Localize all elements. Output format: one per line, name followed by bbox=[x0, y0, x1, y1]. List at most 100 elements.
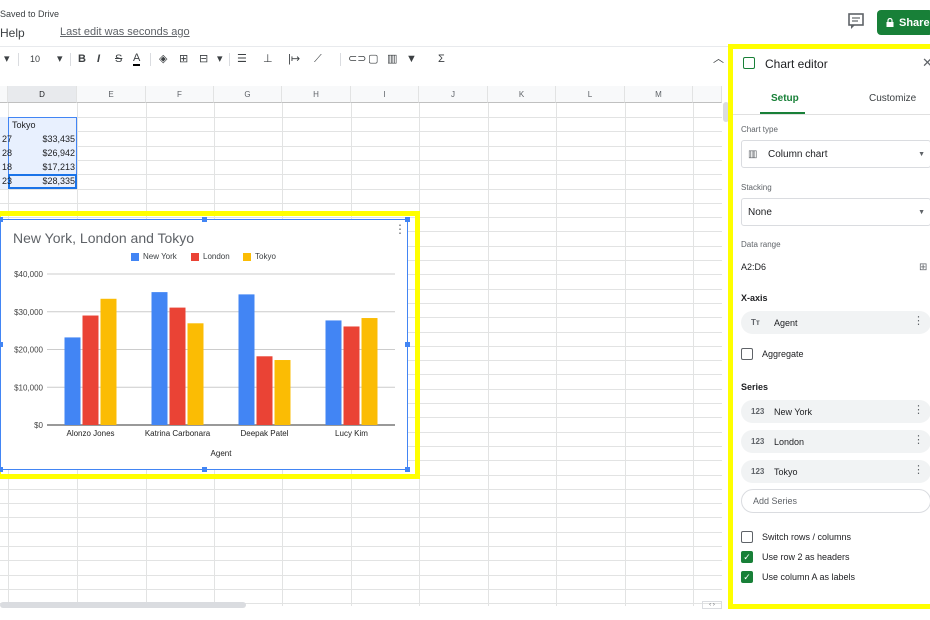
bold-button[interactable]: B bbox=[78, 52, 86, 66]
resize-handle[interactable] bbox=[0, 342, 3, 347]
value-cell[interactable]: $33,435 bbox=[8, 132, 77, 146]
legend-item-london: London bbox=[191, 252, 230, 261]
header-cell-tokyo[interactable]: Tokyo bbox=[10, 118, 38, 132]
strikethrough-button[interactable]: S bbox=[115, 52, 122, 66]
bar-tokyo[interactable] bbox=[187, 323, 204, 425]
align-icon[interactable]: ☰ bbox=[237, 52, 247, 66]
bar-new-york[interactable] bbox=[238, 294, 255, 425]
stacking-select[interactable]: None ▼ bbox=[741, 198, 930, 226]
column-header[interactable]: M bbox=[625, 86, 693, 103]
tab-customize[interactable]: Customize bbox=[869, 93, 916, 104]
series-pill[interactable]: 123 London ⋮ bbox=[741, 430, 930, 453]
close-icon[interactable]: ✕ bbox=[922, 55, 930, 71]
value-cell[interactable]: $28,335 bbox=[8, 174, 77, 188]
lock-icon bbox=[886, 18, 894, 27]
resize-handle[interactable] bbox=[202, 467, 207, 472]
text-type-icon: Tт bbox=[751, 318, 760, 327]
zoom-caret-icon[interactable]: ▾ bbox=[4, 52, 10, 66]
aggregate-label: Aggregate bbox=[762, 349, 804, 359]
resize-handle[interactable] bbox=[405, 342, 410, 347]
share-button[interactable]: Share bbox=[877, 10, 930, 35]
column-labels-label: Use column A as labels bbox=[762, 572, 856, 582]
value-cell[interactable]: $26,942 bbox=[8, 146, 77, 160]
horizontal-scrollbar[interactable] bbox=[0, 602, 246, 608]
more-options-icon[interactable]: ⋮ bbox=[913, 433, 924, 447]
x-axis-section: X-axis bbox=[741, 293, 768, 303]
column-header-c[interactable] bbox=[0, 86, 8, 103]
chevron-down-icon: ▼ bbox=[918, 151, 925, 158]
italic-button[interactable]: I bbox=[97, 52, 100, 66]
last-edit-link[interactable]: Last edit was seconds ago bbox=[60, 26, 190, 38]
column-labels-checkbox[interactable]: ✓ bbox=[741, 571, 753, 583]
bar-london[interactable] bbox=[82, 315, 99, 425]
more-options-icon[interactable]: ⋮ bbox=[913, 314, 924, 328]
column-header[interactable]: D bbox=[8, 86, 77, 103]
functions-icon[interactable]: Σ bbox=[438, 52, 445, 66]
bar-london[interactable] bbox=[169, 307, 186, 425]
comment-icon[interactable] bbox=[847, 12, 865, 30]
add-series-button[interactable]: Add Series bbox=[741, 489, 930, 513]
bar-tokyo[interactable] bbox=[361, 318, 378, 425]
valign-icon[interactable]: ⊥ bbox=[263, 52, 273, 66]
column-header[interactable]: L bbox=[556, 86, 625, 103]
data-range-value[interactable]: A2:D6 bbox=[741, 262, 766, 272]
aggregate-checkbox[interactable] bbox=[741, 348, 753, 360]
text-color-button[interactable]: A bbox=[133, 52, 141, 66]
y-tick-label: $0 bbox=[34, 421, 43, 430]
column-header[interactable]: J bbox=[419, 86, 488, 103]
chart-editor-icon bbox=[743, 57, 755, 69]
resize-handle[interactable] bbox=[202, 217, 207, 222]
column-header[interactable]: I bbox=[351, 86, 419, 103]
resize-handle[interactable] bbox=[0, 217, 3, 222]
bar-london[interactable] bbox=[343, 326, 360, 425]
column-chart-icon: ▥ bbox=[748, 148, 758, 160]
column-header[interactable]: E bbox=[77, 86, 146, 103]
resize-handle[interactable] bbox=[0, 467, 3, 472]
column-header[interactable]: F bbox=[146, 86, 214, 103]
menu-help[interactable]: Help bbox=[0, 26, 25, 40]
merge-caret-icon[interactable]: ▾ bbox=[217, 52, 223, 66]
row-headers-checkbox[interactable]: ✓ bbox=[741, 551, 753, 563]
legend-item-tokyo: Tokyo bbox=[243, 252, 276, 261]
link-icon[interactable]: ⊂⊃ bbox=[348, 52, 366, 66]
row-headers-label: Use row 2 as headers bbox=[762, 552, 850, 562]
bar-new-york[interactable] bbox=[151, 292, 168, 425]
column-header[interactable]: K bbox=[488, 86, 556, 103]
chart-title[interactable]: New York, London and Tokyo bbox=[13, 230, 194, 246]
resize-handle[interactable] bbox=[405, 217, 410, 222]
wrap-icon[interactable]: |↦ bbox=[288, 52, 300, 66]
switch-rows-columns-checkbox[interactable] bbox=[741, 531, 753, 543]
insert-chart-icon[interactable]: ▥ bbox=[387, 52, 397, 66]
more-options-icon[interactable]: ⋮ bbox=[913, 403, 924, 417]
bar-london[interactable] bbox=[256, 356, 273, 425]
rotate-icon[interactable]: ⟋ bbox=[314, 52, 322, 66]
borders-icon[interactable]: ⊞ bbox=[179, 52, 188, 66]
select-range-icon[interactable]: ⊞ bbox=[919, 262, 927, 273]
column-header[interactable]: H bbox=[282, 86, 351, 103]
scroll-arrows-icon[interactable]: ‹ › bbox=[702, 601, 722, 609]
chart-menu-kebab-icon[interactable]: ⋮ bbox=[394, 223, 406, 235]
toolbar-divider bbox=[70, 53, 71, 66]
more-options-icon[interactable]: ⋮ bbox=[913, 463, 924, 477]
series-pill[interactable]: 123 New York ⋮ bbox=[741, 400, 930, 423]
collapse-toolbar-icon[interactable]: ︿ bbox=[713, 52, 724, 66]
bar-new-york[interactable] bbox=[64, 337, 81, 425]
tab-setup[interactable]: Setup bbox=[771, 93, 799, 104]
fill-color-icon[interactable]: ◈ bbox=[159, 52, 167, 66]
merge-cells-icon[interactable]: ⊟ bbox=[199, 52, 208, 66]
bar-tokyo[interactable] bbox=[100, 298, 117, 425]
comment-insert-icon[interactable]: ▢ bbox=[368, 52, 378, 66]
resize-handle[interactable] bbox=[405, 467, 410, 472]
bar-new-york[interactable] bbox=[325, 320, 342, 425]
column-header-n[interactable] bbox=[693, 86, 722, 103]
series-pill[interactable]: 123 Tokyo ⋮ bbox=[741, 460, 930, 483]
x-axis-pill[interactable]: Tт Agent ⋮ bbox=[741, 311, 930, 334]
stacking-label: Stacking bbox=[741, 183, 772, 192]
filter-icon[interactable]: ▼ bbox=[406, 52, 417, 66]
font-size-caret-icon[interactable]: ▾ bbox=[57, 52, 63, 66]
chart-type-select[interactable]: ▥ Column chart ▼ bbox=[741, 140, 930, 168]
value-cell[interactable]: $17,213 bbox=[8, 160, 77, 174]
font-size-select[interactable]: 10 bbox=[30, 52, 40, 66]
bar-tokyo[interactable] bbox=[274, 360, 291, 425]
column-header[interactable]: G bbox=[214, 86, 282, 103]
